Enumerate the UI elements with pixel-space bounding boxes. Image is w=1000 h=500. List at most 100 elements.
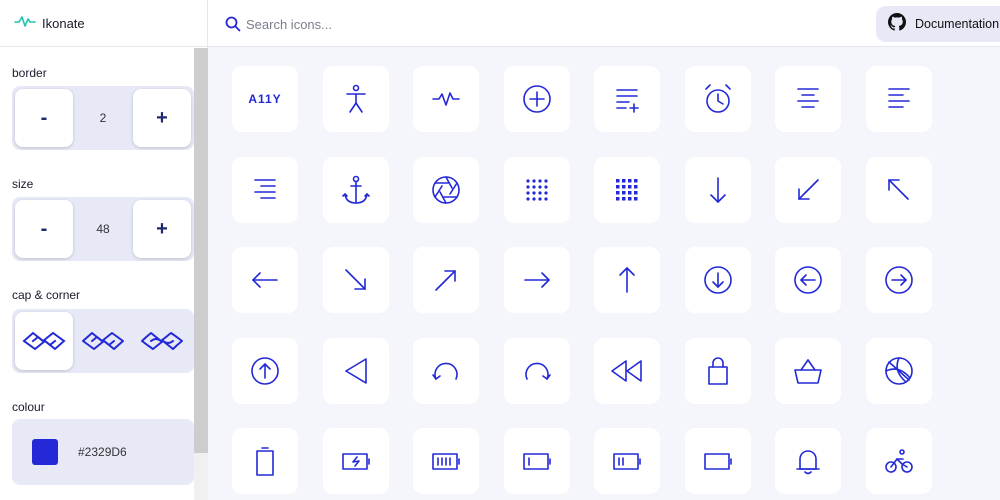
add-to-list-icon	[607, 79, 647, 119]
rewind-icon	[607, 351, 647, 391]
icon-tile-apps-alt[interactable]	[594, 156, 660, 223]
battery-low-icon	[517, 441, 557, 481]
arrow-right-circle-icon	[879, 260, 919, 300]
activity-icon	[426, 79, 466, 119]
battery-icon	[698, 441, 738, 481]
activity-icon	[14, 14, 36, 33]
scrollbar-thumb[interactable]	[194, 48, 208, 453]
arrow-up-right-icon	[426, 260, 466, 300]
arrow-left-icon	[245, 260, 285, 300]
border-decrease-button[interactable]: -	[15, 89, 73, 147]
icon-tile-arrow-up-right[interactable]	[413, 247, 479, 313]
accessibility-icon	[336, 79, 376, 119]
icon-tile-arrow-down[interactable]	[684, 156, 751, 223]
basketball-icon	[879, 351, 919, 391]
icon-tile-basketball[interactable]	[865, 337, 932, 404]
icon-tile-align-right[interactable]	[232, 156, 298, 223]
icon-tile-basket[interactable]	[775, 337, 841, 404]
border-stepper: - 2 +	[12, 86, 194, 150]
icon-tile-arrow-down-circle[interactable]	[684, 247, 751, 313]
icon-tile-arrow-down-right[interactable]	[322, 247, 389, 313]
battery-charging-icon	[336, 441, 376, 481]
app: Ikonate border - 2 + size - 48 + cap & c…	[0, 0, 1000, 500]
border-increase-button[interactable]: +	[133, 89, 191, 147]
icon-tile-apps[interactable]	[503, 156, 570, 223]
square-cap-option[interactable]	[15, 312, 73, 370]
icon-tile-arrow-up-left[interactable]	[865, 156, 932, 223]
icon-tile-arrow-right[interactable]	[503, 247, 570, 313]
basket-icon	[788, 351, 828, 391]
a11y-icon: A11Y	[248, 92, 282, 106]
alarm-icon	[698, 79, 738, 119]
documentation-button[interactable]: Documentation	[876, 6, 1000, 42]
arrow-up-icon	[607, 260, 647, 300]
icon-tile-arrow-left[interactable]	[232, 247, 298, 313]
icon-tile-bike[interactable]	[865, 428, 932, 494]
round-cap-option[interactable]	[74, 312, 132, 370]
arrow-down-right-icon	[336, 260, 376, 300]
cap-corner-selector	[12, 309, 194, 373]
icon-tile-back[interactable]	[322, 337, 389, 404]
size-increase-button[interactable]: +	[133, 200, 191, 258]
sidebar-scrollbar[interactable]	[194, 48, 208, 500]
icon-tile-battery-medium[interactable]	[594, 428, 660, 494]
icon-tile-battery[interactable]	[684, 428, 751, 494]
icon-tile-bell[interactable]	[775, 428, 841, 494]
icon-tile-bag[interactable]	[684, 337, 751, 404]
rounded-cap-option[interactable]	[133, 312, 191, 370]
icon-tile-arrow-up-circle[interactable]	[232, 337, 298, 404]
icon-tile-a11y[interactable]: A11Y	[232, 66, 298, 132]
align-center-icon	[788, 79, 828, 119]
battery-medium-icon	[607, 441, 647, 481]
apps-alt-icon	[607, 170, 647, 210]
icon-tile-align-center[interactable]	[775, 66, 841, 132]
battery-full-icon	[426, 441, 466, 481]
align-left-icon	[879, 79, 919, 119]
icon-tile-arrow-left-circle[interactable]	[775, 247, 841, 313]
brand[interactable]: Ikonate	[0, 0, 208, 47]
add-icon	[517, 79, 557, 119]
icon-tile-rewind[interactable]	[594, 337, 660, 404]
icon-tile-align-left[interactable]	[865, 66, 932, 132]
icon-tile-arrow-down-left[interactable]	[775, 156, 841, 223]
brand-name: Ikonate	[42, 15, 85, 31]
apps-icon	[517, 170, 557, 210]
icon-tile-battery-low[interactable]	[503, 428, 570, 494]
search-input[interactable]	[246, 12, 646, 36]
arrow-down-icon	[698, 170, 738, 210]
border-label: border	[12, 66, 47, 80]
icon-tile-alarm[interactable]	[684, 66, 751, 132]
icon-tile-arrow-up[interactable]	[594, 247, 660, 313]
arrow-up-circle-icon	[245, 351, 285, 391]
icon-tile-back-alt[interactable]	[413, 337, 479, 404]
colour-swatch[interactable]	[32, 439, 58, 465]
icon-tile-accessibility[interactable]	[322, 66, 389, 132]
github-icon	[888, 12, 906, 36]
arrow-down-circle-icon	[698, 260, 738, 300]
icon-tile-battery-full[interactable]	[413, 428, 479, 494]
icon-tile-activity[interactable]	[413, 66, 479, 132]
size-stepper: - 48 +	[12, 197, 194, 261]
align-right-icon	[245, 170, 285, 210]
colour-picker[interactable]: #2329D6	[12, 419, 194, 485]
arrow-right-icon	[517, 260, 557, 300]
back-icon	[336, 351, 376, 391]
back-alt-icon	[426, 351, 466, 391]
size-decrease-button[interactable]: -	[15, 200, 73, 258]
icon-tile-battery-empty[interactable]	[232, 428, 298, 494]
anchor-icon	[336, 170, 376, 210]
colour-value[interactable]: #2329D6	[78, 445, 127, 459]
icon-tile-forward-alt[interactable]	[503, 337, 570, 404]
top-bar: Documentation	[208, 0, 1000, 47]
size-value: 48	[96, 222, 110, 236]
icon-tile-anchor[interactable]	[322, 156, 389, 223]
icon-tile-arrow-right-circle[interactable]	[865, 247, 932, 313]
icon-tile-aperture[interactable]	[413, 156, 479, 223]
battery-empty-icon	[245, 441, 285, 481]
size-label: size	[12, 177, 34, 191]
colour-label: colour	[12, 400, 45, 414]
icon-tile-battery-charging[interactable]	[322, 428, 389, 494]
bike-icon	[879, 441, 919, 481]
icon-tile-add[interactable]	[503, 66, 570, 132]
icon-tile-add-to-list[interactable]	[594, 66, 660, 132]
